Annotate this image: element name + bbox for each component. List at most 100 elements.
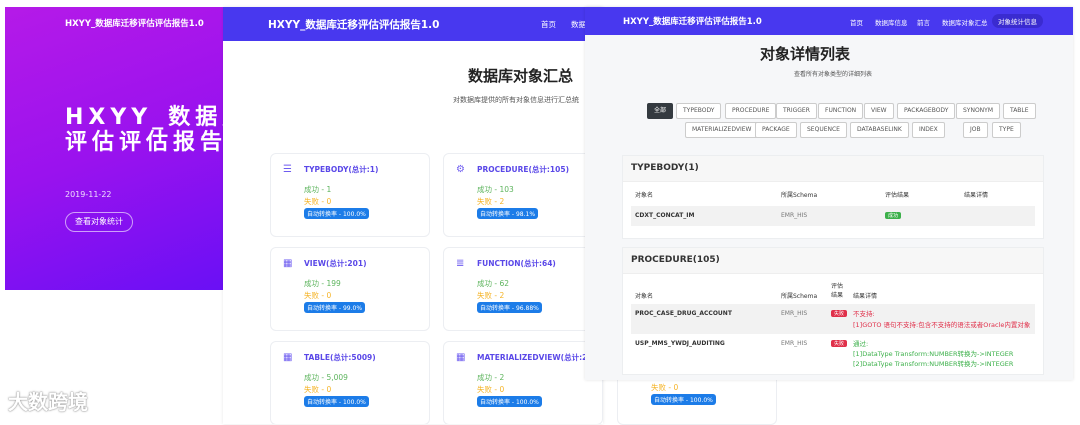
table-row: PROC_CASE_DRUG_ACCOUNT EMR_HIS 失败 不支持: […	[631, 304, 1035, 334]
summary-card[interactable]: ▦ VIEW(总计:201) 成功 - 199 失败 - 0 自动转换率 - 9…	[270, 247, 430, 331]
filter-materializedview[interactable]: MATERIALIZEDVIEW	[685, 122, 759, 138]
nav-preface[interactable]: 前言	[917, 17, 930, 27]
result-detail: [2]DataType Transform:NUMBER转换为->INTEGER	[853, 360, 1014, 368]
rate-badge: 自动转换率 - 98.1%	[477, 208, 539, 219]
nav-home[interactable]: 首页	[541, 19, 556, 30]
card-title: TABLE(总计:5009)	[304, 353, 376, 362]
success-count: 成功 - 199	[304, 279, 341, 288]
object-name: USP_MMS_YWDJ_AUDITING	[635, 340, 725, 347]
fail-count: 失败 - 0	[477, 385, 505, 394]
summary-card[interactable]: ☰ TYPEBODY(总计:1) 成功 - 1 失败 - 0 自动转换率 - 1…	[270, 153, 430, 237]
fail-count: 失败 - 0	[304, 197, 332, 206]
table-row: CDXT_CONCAT_IM EMR_HIS 成功	[631, 206, 1035, 226]
filter-typebody[interactable]: TYPEBODY	[676, 103, 722, 119]
schema: EMR_HIS	[781, 310, 808, 317]
summary-screen: HXYY_数据库迁移评估评估报告1.0 首页 数据 数据库对象汇总 对数据库提供…	[223, 7, 603, 424]
col-detail: 结果详情	[853, 293, 878, 300]
filter-type[interactable]: TYPE	[992, 122, 1021, 138]
page-title: 数据库对象汇总	[468, 67, 574, 85]
detail-screen: HXYY_数据库迁移评估评估报告1.0 首页 数据库信息 前言 数据库对象汇总 …	[585, 7, 1073, 380]
rate-badge: 自动转换率 - 100.0%	[651, 394, 716, 405]
nav-bar: HXYY_数据库迁移评估评估报告1.0 首页 数据	[223, 7, 603, 41]
summary-card[interactable]: ≣ FUNCTION(总计:64) 成功 - 62 失败 - 2 自动转换率 -…	[443, 247, 603, 331]
filter-synonym[interactable]: SYNONYM	[956, 103, 1001, 119]
filter-databaselink[interactable]: DATABASELINK	[850, 122, 909, 138]
result-detail: [1]DataType Transform:NUMBER转换为->INTEGER	[853, 350, 1014, 358]
col-name: 对象名	[635, 293, 654, 300]
grid-icon: ▦	[456, 352, 466, 363]
fail-count: 失败 - 0	[651, 383, 679, 392]
filter-packagebody[interactable]: PACKAGEBODY	[897, 103, 956, 119]
filter-package[interactable]: PACKAGE	[755, 122, 797, 138]
page-title: 对象详情列表	[760, 45, 851, 63]
nav-title[interactable]: HXYY_数据库迁移评估评估报告1.0	[623, 15, 762, 27]
status-badge: 失败	[831, 340, 848, 347]
nav-summary[interactable]: 数据库对象汇总	[942, 17, 988, 27]
cover-date: 2019-11-22	[65, 190, 112, 199]
page-subtitle: 对数据库提供的所有对象信息进行汇总统	[453, 96, 579, 104]
table-row: USP_MMS_YWDJ_AUDITING EMR_HIS 失败 通过: [1]…	[631, 334, 1035, 372]
result-detail: [1]GOTO 语句不支持:包含不支持的语法或者Oracle内置对象	[853, 321, 1031, 329]
filter-view[interactable]: VIEW	[864, 103, 894, 119]
card-title: PROCEDURE(总计:105)	[477, 165, 569, 174]
summary-card[interactable]: ▦ TABLE(总计:5009) 成功 - 5,009 失败 - 0 自动转换率…	[270, 341, 430, 424]
list-icon: ☰	[283, 164, 292, 175]
rate-badge: 自动转换率 - 100.0%	[304, 396, 369, 407]
nav-db[interactable]: 数据	[571, 19, 586, 30]
col-schema: 所属Schema	[781, 293, 818, 300]
rate-badge: 自动转换率 - 100.0%	[477, 396, 542, 407]
filter-table[interactable]: TABLE	[1003, 103, 1036, 119]
col-detail: 结果详情	[964, 192, 989, 199]
page-subtitle: 查看所有对象类型的详细列表	[794, 71, 873, 78]
schema: EMR_HIS	[781, 340, 808, 347]
rate-badge: 自动转换率 - 99.0%	[304, 302, 366, 313]
nav-home[interactable]: 首页	[850, 17, 863, 27]
section-title: TYPEBODY(1)	[623, 156, 1043, 182]
col-schema: 所属Schema	[781, 192, 818, 199]
success-count: 成功 - 103	[477, 185, 514, 194]
cover-header-title: HXYY_数据库迁移评估评估报告1.0	[65, 19, 204, 29]
rate-badge: 自动转换率 - 100.0%	[304, 208, 369, 219]
schema: EMR_HIS	[781, 212, 808, 219]
filter-function[interactable]: FUNCTION	[818, 103, 864, 119]
object-name: PROC_CASE_DRUG_ACCOUNT	[635, 310, 732, 317]
filter-全部[interactable]: 全部	[647, 103, 674, 119]
success-count: 成功 - 2	[477, 373, 505, 382]
procedure-section: PROCEDURE(105) 对象名 所属Schema 评估结果 结果详情 PR…	[622, 247, 1044, 375]
col-result: 评估结果	[831, 283, 844, 299]
filter-job[interactable]: JOB	[963, 122, 988, 138]
filter-sequence[interactable]: SEQUENCE	[800, 122, 847, 138]
col-name: 对象名	[635, 192, 654, 199]
database-icon: ≣	[456, 258, 465, 269]
card-title: MATERIALIZEDVIEW(总计:2)	[477, 353, 591, 362]
result-detail: 不支持:	[853, 310, 875, 318]
typebody-section: TYPEBODY(1) 对象名 所属Schema 评估结果 结果详情 CDXT_…	[622, 155, 1044, 239]
table-header: 对象名 所属Schema 评估结果 结果详情	[631, 190, 1035, 206]
nav-title[interactable]: HXYY_数据库迁移评估评估报告1.0	[268, 17, 439, 32]
card-title: FUNCTION(总计:64)	[477, 259, 556, 268]
summary-card[interactable]: ▦ MATERIALIZEDVIEW(总计:2) 成功 - 2 失败 - 0 自…	[443, 341, 603, 424]
filter-procedure[interactable]: PROCEDURE	[725, 103, 777, 119]
gear-icon: ⚙	[456, 164, 465, 175]
grid-icon: ▦	[283, 352, 293, 363]
nav-db-info[interactable]: 数据库信息	[875, 17, 908, 27]
table-header: 对象名 所属Schema 评估结果 结果详情	[631, 278, 1035, 302]
fail-count: 失败 - 0	[304, 291, 332, 300]
success-count: 成功 - 1	[304, 185, 332, 194]
status-badge: 失败	[831, 310, 848, 317]
nav-bar: HXYY_数据库迁移评估评估报告1.0 首页 数据库信息 前言 数据库对象汇总 …	[585, 7, 1073, 35]
col-result: 评估结果	[885, 192, 910, 199]
fail-count: 失败 - 2	[477, 197, 505, 206]
view-stats-button[interactable]: 查看对象统计	[65, 212, 133, 232]
filter-trigger[interactable]: TRIGGER	[776, 103, 817, 119]
rate-badge: 自动转换率 - 96.88%	[477, 302, 542, 313]
status-badge: 成功	[885, 212, 902, 219]
success-count: 成功 - 5,009	[304, 373, 348, 382]
filter-index[interactable]: INDEX	[912, 122, 945, 138]
summary-card[interactable]: ⚙ PROCEDURE(总计:105) 成功 - 103 失败 - 2 自动转换…	[443, 153, 603, 237]
success-count: 成功 - 62	[477, 279, 510, 288]
object-name: CDXT_CONCAT_IM	[635, 212, 695, 219]
nav-stats[interactable]: 对象统计信息	[992, 14, 1043, 28]
card-title: TYPEBODY(总计:1)	[304, 165, 379, 174]
grid-icon: ▦	[283, 258, 293, 269]
